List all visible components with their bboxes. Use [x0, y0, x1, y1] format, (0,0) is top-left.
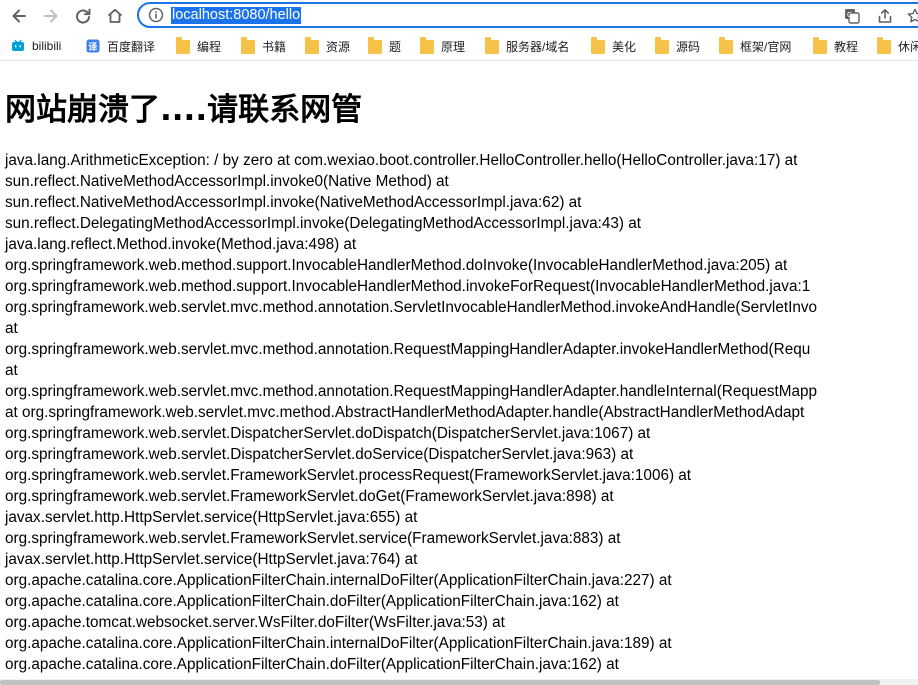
bookmark-label: 资源 — [326, 39, 351, 54]
bookmark-label: 休闲 — [898, 39, 918, 54]
stack-trace-line: org.apache.catalina.core.ApplicationFilt… — [5, 635, 672, 652]
bookmarks-bar: bilibili 译 百度翻译 编程 书籍 资源 题 原理 服务器/域名 美化 … — [0, 32, 918, 61]
home-icon — [107, 8, 123, 23]
stack-trace-line: org.springframework.web.servlet.mvc.meth… — [5, 383, 818, 400]
bookmark-label: bilibili — [32, 39, 62, 53]
folder-icon — [420, 37, 434, 54]
bookmark-label: 服务器/域名 — [506, 39, 570, 54]
stack-trace-line: sun.reflect.NativeMethodAccessorImpl.inv… — [5, 173, 449, 190]
horizontal-scrollbar[interactable] — [0, 679, 918, 685]
bookmark-star-icon[interactable] — [906, 7, 918, 25]
folder-icon — [591, 37, 605, 54]
baidu-translate-icon: 译 — [86, 39, 100, 53]
bookmark-label: 源码 — [676, 39, 701, 54]
site-info-icon[interactable] — [148, 7, 164, 23]
folder-icon — [241, 37, 255, 54]
forward-arrow-icon — [44, 9, 58, 23]
page-title: 网站崩溃了....请联系网管 — [5, 92, 363, 128]
stack-trace-line: org.springframework.web.servlet.Framewor… — [5, 488, 614, 505]
bookmark-label: 书籍 — [262, 39, 287, 54]
stack-trace-line: org.apache.tomcat.websocket.server.WsFil… — [5, 614, 505, 631]
back-arrow-icon — [12, 9, 26, 23]
bookmark-label: 题 — [389, 39, 402, 54]
folder-icon — [368, 37, 382, 54]
folder-icon — [176, 37, 190, 54]
stack-trace-line: javax.servlet.http.HttpServlet.service(H… — [5, 551, 418, 568]
share-icon[interactable] — [876, 7, 894, 25]
home-button[interactable] — [104, 5, 126, 27]
stack-trace-line: org.springframework.web.servlet.mvc.meth… — [5, 299, 818, 316]
reload-button[interactable] — [72, 5, 94, 27]
stack-trace-line: at — [5, 320, 18, 337]
stack-trace-line: org.springframework.web.servlet.mvc.meth… — [5, 341, 811, 358]
stack-trace-line: org.springframework.web.servlet.Dispatch… — [5, 425, 651, 442]
bookmark-folder[interactable]: 休闲 — [877, 37, 918, 55]
bookmark-baidu-translate[interactable]: 译 百度翻译 — [86, 37, 155, 55]
bookmark-folder[interactable]: 编程 — [176, 37, 221, 55]
forward-button[interactable] — [40, 5, 62, 27]
stack-trace-line: at — [5, 362, 18, 379]
bookmark-label: 原理 — [441, 39, 466, 54]
stack-trace-line: sun.reflect.DelegatingMethodAccessorImpl… — [5, 215, 641, 232]
stack-trace-line: org.springframework.web.servlet.Framewor… — [5, 467, 692, 484]
stack-trace-line: org.springframework.web.servlet.Dispatch… — [5, 446, 634, 463]
stack-trace-line: at org.springframework.web.servlet.mvc.m… — [5, 404, 805, 421]
bookmark-folder[interactable]: 原理 — [420, 37, 465, 55]
stack-trace-line: org.apache.catalina.core.ApplicationFilt… — [5, 572, 672, 589]
bookmark-folder[interactable]: 资源 — [305, 37, 350, 55]
bookmark-folder[interactable]: 源码 — [655, 37, 700, 55]
translate-icon[interactable]: G — [843, 7, 861, 25]
bookmark-label: 编程 — [197, 39, 222, 54]
stack-trace-line: org.apache.catalina.core.ApplicationFilt… — [5, 593, 619, 610]
bookmark-label: 美化 — [612, 39, 637, 54]
bookmark-folder[interactable]: 教程 — [813, 37, 858, 55]
address-bar[interactable]: localhost:8080/hello G — [137, 2, 918, 28]
bookmark-folder[interactable]: 题 — [368, 37, 401, 55]
bookmark-label: 教程 — [834, 39, 859, 54]
folder-icon — [719, 37, 733, 54]
bookmark-folder[interactable]: 美化 — [591, 37, 636, 55]
stack-trace-line: sun.reflect.NativeMethodAccessorImpl.inv… — [5, 194, 582, 211]
bookmark-folder[interactable]: 框架/官网 — [719, 37, 791, 55]
bookmark-folder[interactable]: 书籍 — [241, 37, 286, 55]
stack-trace: java.lang.ArithmeticException: / by zero… — [5, 150, 918, 675]
svg-text:G: G — [847, 11, 852, 19]
stack-trace-line: java.lang.reflect.Method.invoke(Method.j… — [5, 236, 357, 253]
folder-icon — [813, 37, 827, 54]
svg-text:译: 译 — [88, 41, 98, 53]
folder-icon — [485, 37, 499, 54]
bookmark-label: 百度翻译 — [107, 39, 156, 54]
reload-icon — [76, 8, 91, 24]
back-button[interactable] — [8, 5, 30, 27]
bookmark-bilibili[interactable]: bilibili — [11, 37, 61, 55]
folder-icon — [877, 37, 891, 54]
folder-icon — [305, 37, 319, 54]
browser-toolbar: localhost:8080/hello G — [0, 0, 918, 32]
stack-trace-line: org.springframework.web.servlet.Framewor… — [5, 530, 621, 547]
stack-trace-line: org.apache.catalina.core.ApplicationFilt… — [5, 656, 619, 673]
stack-trace-line: javax.servlet.http.HttpServlet.service(H… — [5, 509, 418, 526]
bookmark-folder[interactable]: 服务器/域名 — [485, 37, 569, 55]
url-text[interactable]: localhost:8080/hello — [171, 7, 302, 24]
stack-trace-line: org.springframework.web.method.support.I… — [5, 278, 811, 295]
bilibili-icon — [12, 39, 24, 51]
folder-icon — [655, 37, 669, 54]
stack-trace-line: org.springframework.web.method.support.I… — [5, 257, 788, 274]
bookmark-label: 框架/官网 — [740, 39, 792, 54]
scrollbar-thumb[interactable] — [0, 680, 880, 685]
stack-trace-line: java.lang.ArithmeticException: / by zero… — [5, 152, 798, 169]
